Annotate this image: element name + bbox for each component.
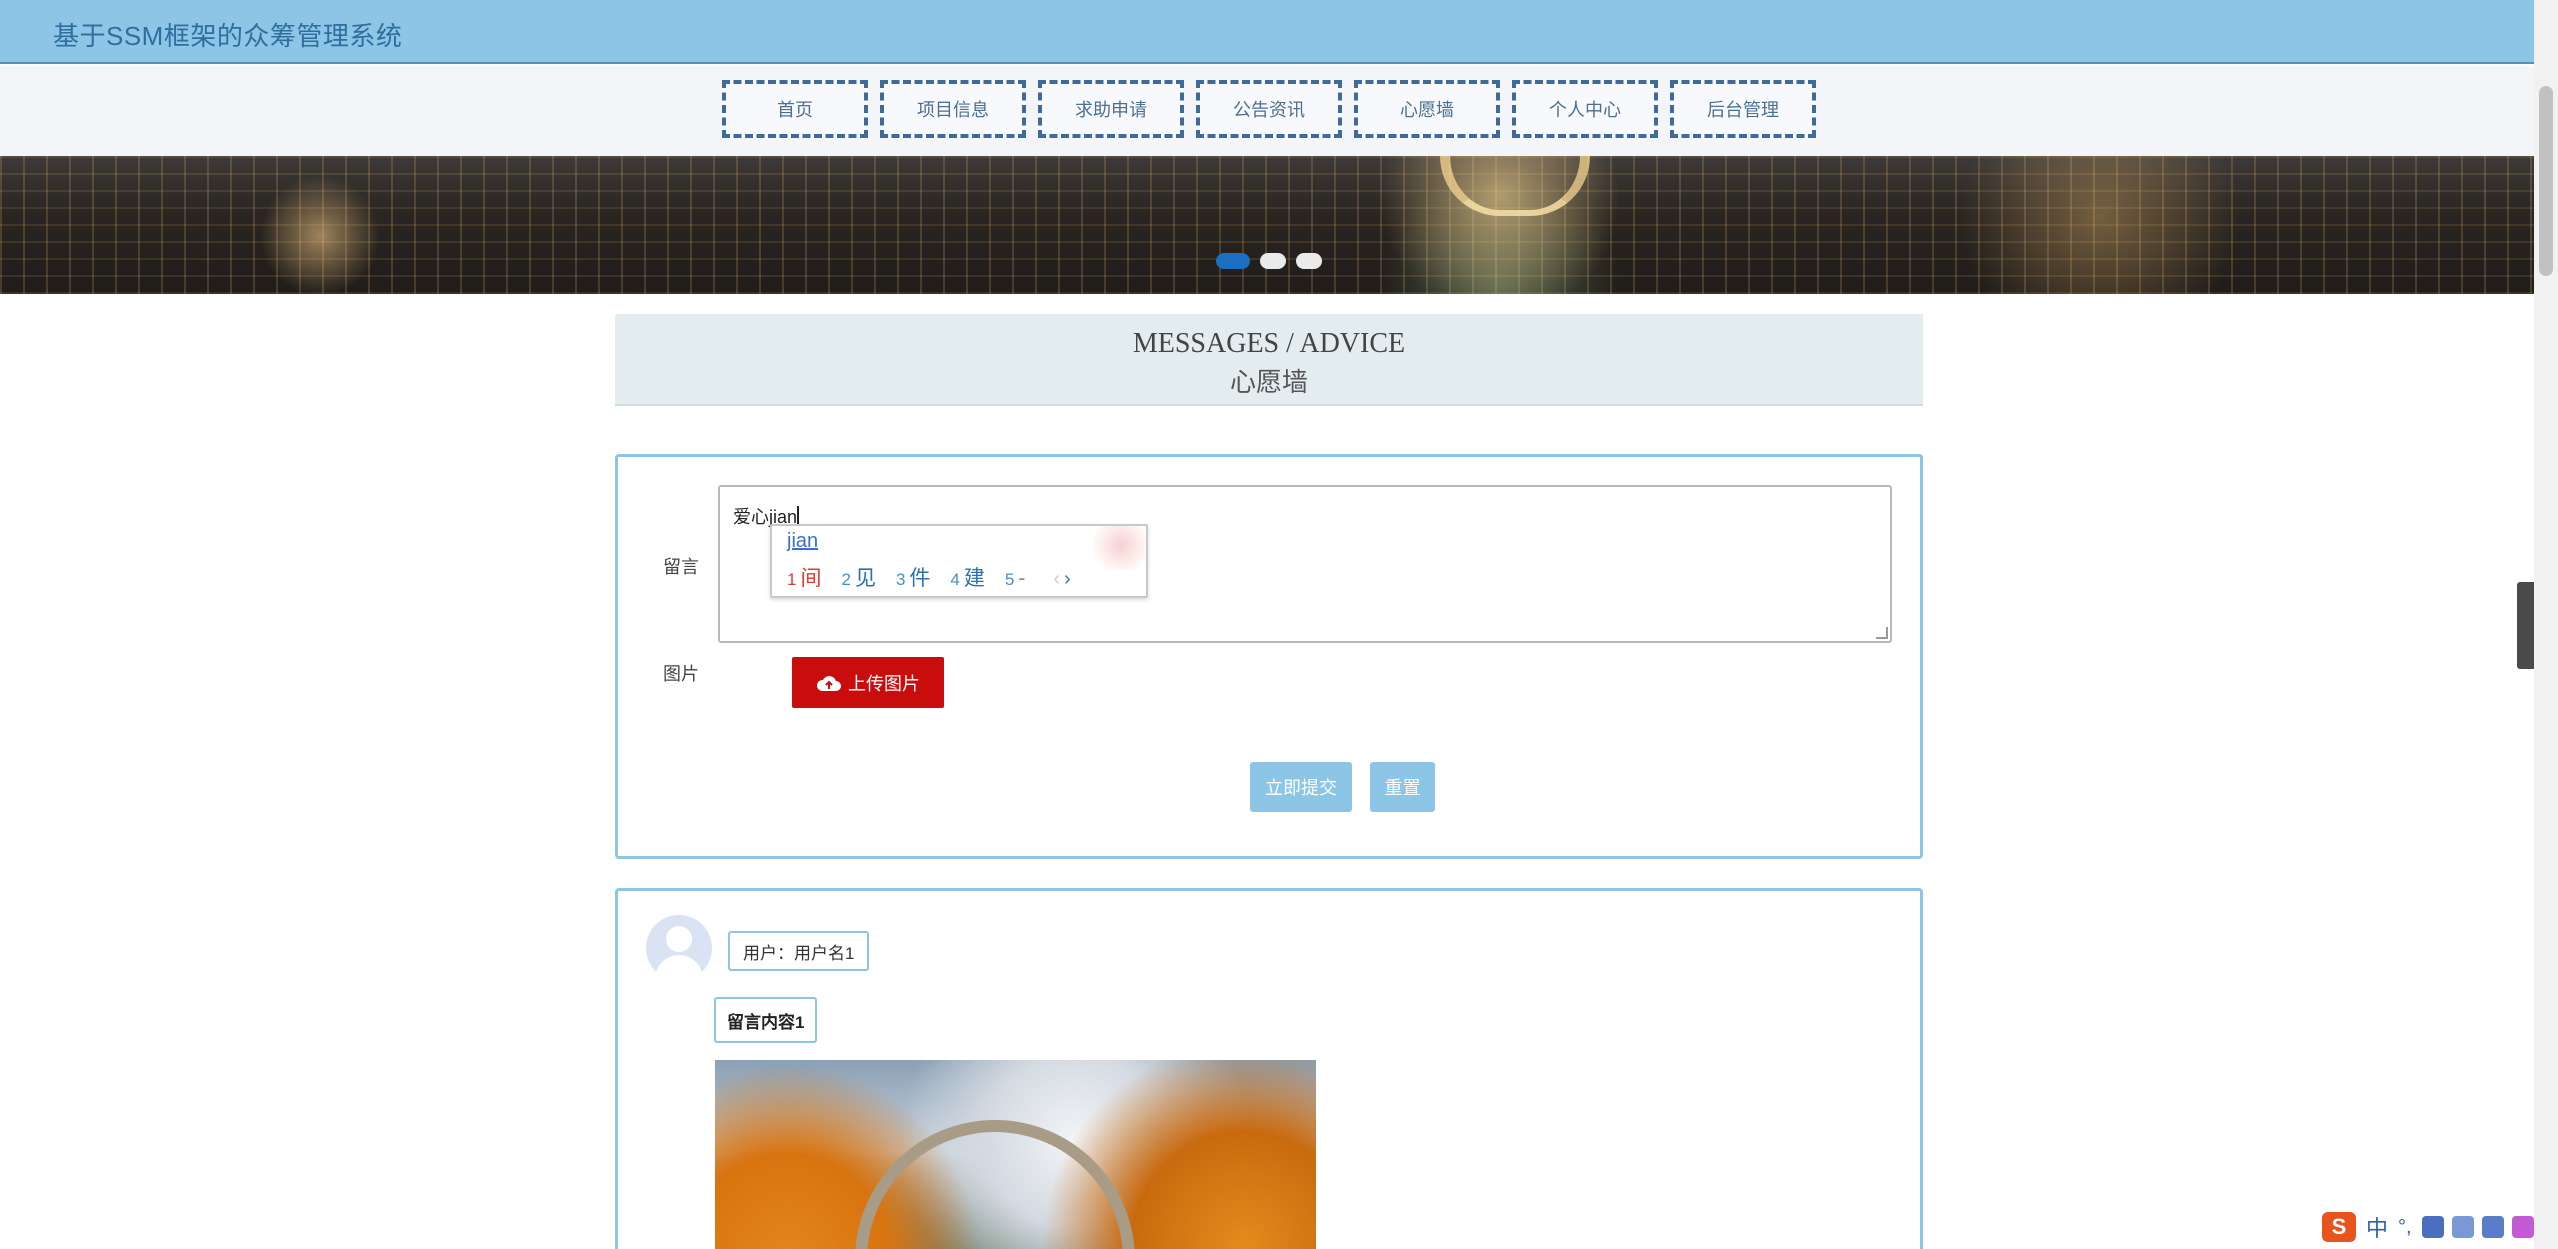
ime-candidate-5[interactable]: 5 - [1005,567,1025,591]
ime-skin-decoration [1086,526,1146,570]
ime-toolbar-icons [2421,1216,2534,1238]
text-caret [797,506,800,526]
microphone-icon[interactable] [2421,1216,2444,1238]
ime-candidate-3[interactable]: 3 件 [896,562,930,592]
nav-item-personal-center[interactable]: 个人中心 [1512,80,1658,138]
ime-candidate-number: 4 [950,570,960,589]
default-user-avatar-icon [646,915,712,981]
ime-candidate-number: 2 [841,570,851,589]
ime-page-arrows: ‹ › [1053,568,1070,591]
nav-item-admin[interactable]: 后台管理 [1670,80,1816,138]
ime-candidate-1[interactable]: 1 间 [787,562,821,592]
message-content: 留言内容1 [714,997,818,1043]
message-label: 留言 [663,557,699,577]
ime-candidate-text: - [1018,567,1026,590]
ime-candidate-text: 间 [800,567,822,590]
ime-candidate-text: 建 [963,567,985,590]
nav-item-help-request[interactable]: 求助申请 [1038,80,1184,138]
section-heading: MESSAGES / ADVICE 心愿墙 [615,314,1923,406]
nav-list: 首页 项目信息 求助申请 公告资讯 心愿墙 个人中心 后台管理 [722,80,1816,138]
section-title-cn: 心愿墙 [1229,368,1308,397]
ime-candidate-number: 1 [787,570,797,589]
carousel-dot-2[interactable] [1260,253,1286,269]
carousel-dot-1[interactable] [1216,253,1250,269]
message-card: 用户：用户名1 留言内容1 [615,888,1923,1249]
main-nav: 首页 项目信息 求助申请 公告资讯 心愿墙 个人中心 后台管理 [0,66,2534,156]
message-image[interactable] [715,1060,1316,1249]
ime-punctuation-mode[interactable]: °, [2398,1216,2412,1239]
nav-item-announcements[interactable]: 公告资讯 [1196,80,1342,138]
ime-composition-text: jian [787,530,819,552]
banner-image [1440,156,1590,216]
sogou-logo-icon[interactable]: S [2322,1212,2356,1242]
avatar-head [666,926,692,952]
top-header: 基于SSM框架的众筹管理系统 [0,0,2534,64]
message-user-label: 用户：用户名1 [728,931,870,971]
nav-item-wish-wall[interactable]: 心愿墙 [1354,80,1500,138]
ime-prev-page-icon[interactable]: ‹ [1053,568,1060,591]
nav-item-projects[interactable]: 项目信息 [880,80,1026,138]
skin-icon[interactable] [2481,1216,2504,1238]
ime-candidate-text: 见 [854,567,876,590]
carousel-dot-3[interactable] [1296,253,1322,269]
banner-carousel [0,156,2534,294]
image-label: 图片 [663,664,699,684]
avatar-body [655,955,703,981]
ime-status-bar: S 中 °, [2318,1208,2556,1246]
ime-next-page-icon[interactable]: › [1064,568,1071,591]
bridge-arch-shape [855,1120,1135,1249]
message-form: 留言 爱心jian 图片 上传图片 立即提交 重置 [615,454,1923,859]
cloud-upload-icon [816,675,841,691]
ime-candidate-window: jian 1 间 2 见 3 件 4 建 5 - ‹ › [770,524,1148,598]
reset-button[interactable]: 重置 [1370,762,1435,812]
section-title-en: MESSAGES / ADVICE [1132,328,1406,359]
ime-candidate-4[interactable]: 4 建 [950,562,984,592]
textarea-resize-handle[interactable] [1876,627,1888,639]
page-scrollbar[interactable] [2534,0,2558,1249]
nav-item-home[interactable]: 首页 [722,80,868,138]
submit-button[interactable]: 立即提交 [1250,762,1352,812]
ime-candidate-number: 3 [895,570,906,589]
upload-image-label: 上传图片 [848,673,920,694]
ime-candidate-2[interactable]: 2 见 [841,562,875,592]
page: 基于SSM框架的众筹管理系统 首页 项目信息 求助申请 公告资讯 心愿墙 个人中… [0,0,2558,1249]
ime-language-mode[interactable]: 中 [2366,1211,2388,1243]
ime-candidate-number: 5 [1004,570,1015,589]
toolbox-icon[interactable] [2511,1216,2534,1238]
site-title: 基于SSM框架的众筹管理系统 [53,21,403,51]
ime-candidate-list: 1 间 2 见 3 件 4 建 5 - ‹ › [787,562,1071,592]
keyboard-icon[interactable] [2451,1216,2474,1238]
ime-candidate-text: 件 [909,567,931,590]
scrollbar-thumb[interactable] [2539,86,2553,276]
upload-image-button[interactable]: 上传图片 [792,657,944,708]
carousel-indicators [1216,253,1322,269]
